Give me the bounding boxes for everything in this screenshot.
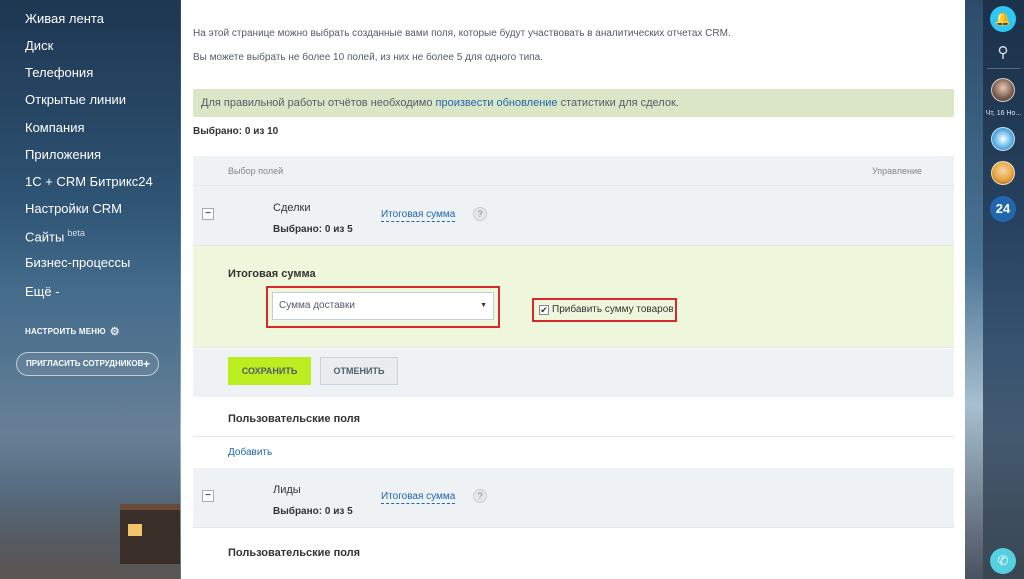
plus-icon: + [142,357,150,371]
right-panel: 🔔 ⚲ Чт, 16 Но... 24 ✆ [983,0,1024,579]
left-sidebar: Живая лента Диск Телефония Открытые лини… [0,0,180,579]
sidebar-item-label: Настройки CRM [25,201,122,216]
leads-total-sum-link[interactable]: Итоговая сумма [381,491,456,504]
notice-text: Для правильной работы отчётов необходимо [201,97,436,109]
add-field-link[interactable]: Добавить [228,447,272,458]
avatar[interactable] [991,161,1015,185]
actions-row: СОХРАНИТЬ ОТМЕНИТЬ [193,349,954,397]
page-limit-description: Вы можете выбрать не более 10 полей, из … [193,52,543,63]
sidebar-item-label: Бизнес-процессы [25,255,131,270]
main-content: На этой странице можно выбрать созданные… [181,0,965,579]
sidebar-item-company[interactable]: Компания [25,120,85,135]
collapse-deals-toggle[interactable]: − [202,208,214,220]
sidebar-item-disk[interactable]: Диск [25,38,53,53]
configure-menu-label: НАСТРОИТЬ МЕНЮ [25,327,106,336]
date-label: Чт, 16 Но... [985,110,1022,117]
deals-title: Сделки [273,202,311,214]
sidebar-item-sites[interactable]: Сайты beta [25,228,85,244]
help-icon[interactable]: ? [473,489,487,503]
collapse-leads-toggle[interactable]: − [202,490,214,502]
sidebar-item-open-lines[interactable]: Открытые линии [25,92,126,107]
sidebar-item-applications[interactable]: Приложения [25,147,101,162]
search-icon[interactable]: ⚲ [992,42,1014,64]
leads-title: Лиды [273,484,301,496]
divider [193,436,954,437]
sidebar-item-label: Сайты [25,229,65,245]
bell-icon[interactable]: 🔔 [990,6,1016,32]
cancel-button[interactable]: ОТМЕНИТЬ [320,357,398,385]
gear-icon: ⚙ [109,326,120,338]
notice-text-suffix: статистики для сделок. [557,97,679,109]
bitrix24-icon[interactable]: 24 [990,196,1016,222]
leads-selected-count: Выбрано: 0 из 5 [273,506,353,517]
sidebar-item-label: Открытые линии [25,92,127,107]
update-statistics-link[interactable]: произвести обновление [436,97,558,109]
sidebar-item-label: Живая лента [25,11,104,26]
edit-panel-title: Итоговая сумма [228,268,316,280]
house-window [128,524,142,536]
sidebar-item-1c-crm[interactable]: 1С + CRM Битрикс24 [25,174,153,189]
dropdown-arrow-icon: ▼ [480,302,487,309]
background-strip [965,0,983,579]
background-house [120,504,180,564]
beta-badge: beta [67,228,85,238]
sidebar-item-label: Телефония [25,65,94,80]
sum-field-select[interactable]: Сумма доставки ▼ [272,292,494,320]
update-notice: Для правильной работы отчётов необходимо… [193,89,954,117]
sidebar-item-more[interactable]: Ещё - [25,284,60,299]
custom-fields-title-2: Пользовательские поля [228,547,361,559]
checkbox-highlight: ✔ Прибавить сумму товаров [532,298,677,322]
phone-icon[interactable]: ✆ [990,548,1016,574]
deals-section: − Сделки Выбрано: 0 из 5 Итоговая сумма … [193,186,954,246]
sidebar-item-telephony[interactable]: Телефония [25,65,93,80]
sidebar-item-crm-settings[interactable]: Настройки CRM [25,201,122,216]
leads-section: − Лиды Выбрано: 0 из 5 Итоговая сумма ? [193,468,954,528]
configure-menu-link[interactable]: НАСТРОИТЬ МЕНЮ ⚙ [25,325,120,338]
help-icon[interactable]: ? [473,207,487,221]
avatar[interactable] [991,78,1015,102]
select-highlight: Сумма доставки ▼ [266,286,500,328]
sidebar-item-live-feed[interactable]: Живая лента [25,11,104,26]
add-products-sum-checkbox[interactable]: ✔ [539,305,549,315]
invite-button-label: ПРИГЛАСИТЬ СОТРУДНИКОВ [26,359,144,368]
total-sum-edit-panel: Итоговая сумма Сумма доставки ▼ ✔ Прибав… [193,246,954,348]
column-header-manage: Управление [871,166,922,176]
sidebar-item-label: Диск [25,38,54,53]
deals-selected-count: Выбрано: 0 из 5 [273,224,353,235]
save-button[interactable]: СОХРАНИТЬ [228,357,311,385]
sidebar-item-label: Приложения [25,147,102,162]
sidebar-item-business-processes[interactable]: Бизнес-процессы [25,255,130,270]
selected-total: Выбрано: 0 из 10 [193,126,279,137]
sidebar-item-label: 1С + CRM Битрикс24 [25,174,153,189]
sidebar-item-label: Компания [25,120,85,135]
select-value: Сумма доставки [279,300,355,311]
divider [987,68,1020,69]
page-description: На этой странице можно выбрать созданные… [193,28,731,39]
sidebar-item-label: Ещё - [25,284,60,299]
add-products-sum-label[interactable]: Прибавить сумму товаров [552,304,674,315]
custom-fields-title: Пользовательские поля [228,413,361,425]
avatar[interactable] [991,127,1015,151]
invite-employees-button[interactable]: ПРИГЛАСИТЬ СОТРУДНИКОВ + [16,352,159,376]
table-header: Выбор полей Управление [193,156,954,186]
deals-total-sum-link[interactable]: Итоговая сумма [381,209,456,222]
column-header-fields: Выбор полей [228,166,284,176]
